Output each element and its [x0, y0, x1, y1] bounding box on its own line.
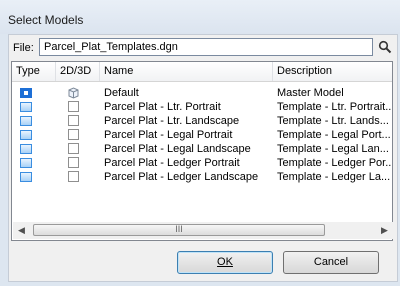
list-item[interactable]: Parcel Plat - Legal Portrait Template - …: [12, 128, 392, 142]
model-name: Parcel Plat - Ledger Landscape: [104, 171, 259, 183]
model-description: Master Model: [277, 87, 344, 99]
search-icon: [378, 40, 392, 54]
scroll-right-arrow-icon[interactable]: ▶: [376, 222, 393, 239]
window-title: Select Models: [8, 13, 84, 27]
cancel-button-label: Cancel: [313, 256, 349, 268]
active-model-icon: [20, 88, 32, 98]
model-description: Template - Legal Lan...: [277, 143, 389, 155]
model-description: Template - Ltr. Lands...: [277, 115, 389, 127]
model-description: Template - Ltr. Portrait...: [277, 101, 391, 113]
scroll-left-arrow-icon[interactable]: ◀: [13, 222, 30, 239]
models-list[interactable]: Type 2D/3D Name Description Default Mast…: [11, 61, 393, 241]
list-item[interactable]: Parcel Plat - Ledger Portrait Template -…: [12, 156, 392, 170]
horizontal-scrollbar[interactable]: ◀ III ▶: [13, 222, 393, 239]
sheet-template-icon: [20, 130, 32, 140]
sheet-template-icon: [20, 102, 32, 112]
dialog-body: File: Parcel_Plat_Templates.dgn Type 2D/…: [8, 34, 398, 282]
ok-button-label: OK: [217, 256, 233, 268]
sheet-template-icon: [20, 116, 32, 126]
cancel-button[interactable]: Cancel: [283, 251, 379, 274]
sheet-template-icon: [20, 172, 32, 182]
2d-square-icon: [68, 171, 79, 182]
list-item[interactable]: Parcel Plat - Ltr. Landscape Template - …: [12, 114, 392, 128]
model-name: Default: [104, 87, 139, 99]
model-description: Template - Ledger La...: [277, 171, 391, 183]
model-name: Parcel Plat - Ledger Portrait: [104, 157, 240, 169]
model-description: Template - Legal Port...: [277, 129, 391, 141]
ok-button[interactable]: OK: [177, 251, 273, 274]
3d-cube-icon: [68, 87, 79, 99]
title-bar: Select Models: [0, 0, 400, 34]
file-field[interactable]: Parcel_Plat_Templates.dgn: [39, 38, 373, 56]
sheet-template-icon: [20, 144, 32, 154]
2d-square-icon: [68, 143, 79, 154]
2d-square-icon: [68, 157, 79, 168]
search-button[interactable]: [375, 38, 395, 56]
model-name: Parcel Plat - Legal Landscape: [104, 143, 251, 155]
list-item[interactable]: Default Master Model: [12, 86, 392, 100]
2d-square-icon: [68, 115, 79, 126]
sheet-template-icon: [20, 158, 32, 168]
model-name: Parcel Plat - Ltr. Landscape: [104, 115, 240, 127]
2d-square-icon: [68, 101, 79, 112]
list-item[interactable]: Parcel Plat - Ledger Landscape Template …: [12, 170, 392, 184]
scroll-thumb[interactable]: III: [33, 224, 325, 236]
model-name: Parcel Plat - Ltr. Portrait: [104, 101, 221, 113]
model-description: Template - Ledger Por...: [277, 157, 391, 169]
column-header-description[interactable]: Description: [273, 62, 392, 81]
column-header-2d3d[interactable]: 2D/3D: [56, 62, 100, 81]
2d-square-icon: [68, 129, 79, 140]
column-header-type[interactable]: Type: [12, 62, 56, 81]
list-header: Type 2D/3D Name Description: [12, 62, 392, 82]
file-label: File:: [13, 42, 34, 54]
model-name: Parcel Plat - Legal Portrait: [104, 129, 233, 141]
list-item[interactable]: Parcel Plat - Legal Landscape Template -…: [12, 142, 392, 156]
column-header-name[interactable]: Name: [100, 62, 273, 81]
list-item[interactable]: Parcel Plat - Ltr. Portrait Template - L…: [12, 100, 392, 114]
